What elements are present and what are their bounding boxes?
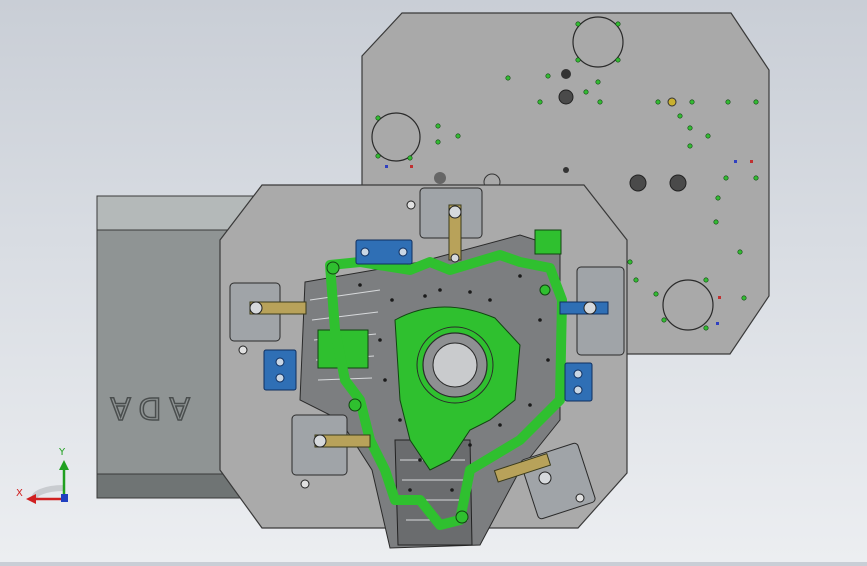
fixture-pin — [539, 284, 551, 296]
fixture-pin — [326, 261, 340, 275]
clamp-blue-top[interactable] — [355, 239, 413, 265]
plate-hole — [558, 89, 574, 105]
housing-side-text: ADA — [102, 390, 190, 425]
plate-hole — [561, 69, 571, 79]
x-axis-label: X — [16, 488, 23, 499]
plate-bore — [572, 16, 624, 68]
fixture-pin — [455, 510, 469, 524]
plate-hole — [434, 172, 446, 184]
clamp-blue-left[interactable] — [263, 349, 297, 391]
cad-graphics-viewport[interactable]: ADA X Y — [0, 0, 867, 562]
plate-hole — [669, 174, 687, 192]
plate-bore — [662, 279, 714, 331]
plate-hole — [563, 167, 569, 173]
clamp-blue-right[interactable] — [564, 362, 593, 402]
orientation-triad: X Y — [16, 447, 69, 504]
plate-marker — [667, 97, 677, 107]
assembly-model[interactable]: ADA X Y — [0, 0, 867, 562]
y-axis-label: Y — [58, 447, 66, 458]
green-pad — [534, 229, 562, 255]
plate-bore — [371, 112, 421, 162]
plate-hole — [629, 174, 647, 192]
z-axis — [61, 494, 68, 502]
fixture-pin — [348, 398, 362, 412]
